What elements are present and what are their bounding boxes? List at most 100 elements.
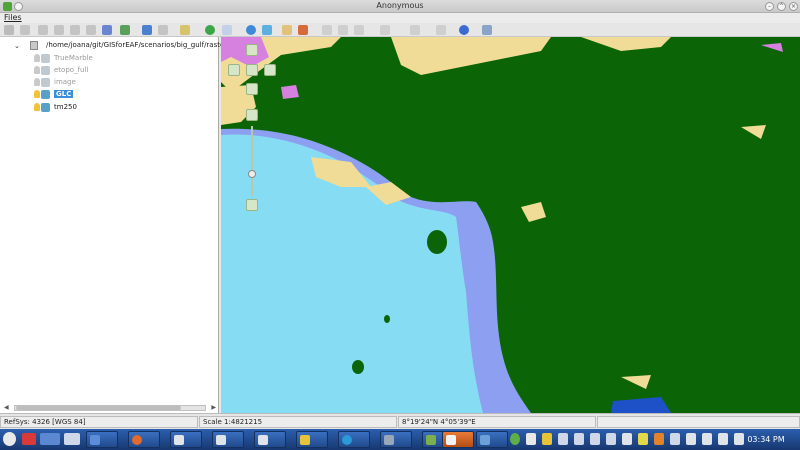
scissors-icon[interactable]	[622, 433, 632, 445]
zoom-out-button[interactable]	[246, 199, 258, 211]
document-icon[interactable]	[222, 25, 232, 35]
scroll-right-icon[interactable]: ▶	[211, 404, 216, 411]
desktop-icon[interactable]	[40, 433, 60, 445]
task-button[interactable]	[338, 431, 370, 448]
task-button[interactable]	[296, 431, 328, 448]
layer-name-selected[interactable]: GLC	[54, 90, 74, 98]
scale-label: Scale 1:4821215	[199, 416, 397, 428]
map-canvas[interactable]	[221, 37, 800, 413]
layer-name[interactable]: etopo_full	[54, 66, 88, 74]
visibility-bulb-icon[interactable]	[34, 103, 40, 111]
task-button[interactable]	[128, 431, 160, 448]
refsys-label: RefSys: 4326 [WGS 84]	[0, 416, 198, 428]
tool-icon[interactable]	[282, 25, 292, 35]
window-icon	[216, 435, 226, 445]
toolbar	[0, 23, 800, 37]
menu-files[interactable]: Files	[4, 13, 22, 22]
pan-left-button[interactable]	[228, 64, 240, 76]
notify-icon[interactable]	[574, 433, 584, 445]
scroll-thumb[interactable]	[16, 406, 181, 410]
layer-tree-panel: ⌄ /home/joana/git/GISforEAF/scenarios/bi…	[0, 37, 224, 413]
info-icon[interactable]	[510, 433, 520, 445]
delete-icon[interactable]	[70, 25, 80, 35]
task-button[interactable]	[170, 431, 202, 448]
qgis-icon	[300, 435, 310, 445]
zoom-slider-thumb[interactable]	[248, 170, 256, 178]
disabled-tool-icon[interactable]	[354, 25, 364, 35]
pan-icon[interactable]	[20, 25, 30, 35]
disabled-tool-icon[interactable]	[436, 25, 446, 35]
task-button[interactable]	[86, 431, 118, 448]
disabled-tool-icon[interactable]	[410, 25, 420, 35]
files-icon[interactable]	[64, 433, 80, 445]
visibility-bulb-icon[interactable]	[34, 54, 40, 62]
firefox-icon	[132, 435, 142, 445]
add-layer-icon[interactable]	[205, 25, 215, 35]
scroll-left-icon[interactable]: ◀	[4, 404, 9, 411]
disabled-tool-icon[interactable]	[380, 25, 390, 35]
zoom-in-button[interactable]	[246, 109, 258, 121]
wifi-icon[interactable]	[718, 433, 728, 445]
window-title: Anonymous	[376, 1, 424, 10]
horizontal-scrollbar[interactable]: ◀ ▶	[4, 404, 216, 412]
mail-icon[interactable]	[526, 433, 536, 445]
visibility-bulb-icon[interactable]	[34, 90, 40, 98]
move-icon[interactable]	[54, 25, 64, 35]
raster-layer-icon	[41, 54, 50, 63]
volume-icon[interactable]	[686, 433, 696, 445]
home-icon[interactable]	[298, 25, 308, 35]
disabled-tool-icon[interactable]	[322, 25, 332, 35]
edit-icon[interactable]	[4, 25, 14, 35]
measure-icon[interactable]	[158, 25, 168, 35]
expand-arrow-icon[interactable]: ⌄	[14, 42, 20, 50]
select-icon[interactable]	[38, 25, 48, 35]
layers-icon[interactable]	[180, 25, 190, 35]
land-cover-map[interactable]	[221, 37, 800, 413]
globe-icon[interactable]	[246, 25, 256, 35]
network-icon[interactable]	[734, 433, 744, 445]
bluetooth-icon[interactable]	[702, 433, 712, 445]
notify-icon[interactable]	[590, 433, 600, 445]
folder-icon[interactable]	[542, 433, 552, 445]
visibility-bulb-icon[interactable]	[34, 78, 40, 86]
visibility-bulb-icon[interactable]	[34, 66, 40, 74]
status-empty	[597, 416, 800, 428]
map-icon[interactable]	[262, 25, 272, 35]
calc-icon	[90, 435, 100, 445]
kde-menu-icon[interactable]	[3, 432, 16, 446]
layer-name[interactable]: TrueMarble	[54, 54, 93, 62]
layer-name[interactable]: image	[54, 78, 76, 86]
notify-icon[interactable]	[606, 433, 616, 445]
minimize-button[interactable]: –	[765, 2, 774, 11]
layer-root-path[interactable]: /home/joana/git/GISforEAF/scenarios/big_…	[46, 41, 224, 49]
bulb-icon[interactable]	[638, 433, 648, 445]
help-icon[interactable]	[459, 25, 469, 35]
task-button-active[interactable]	[442, 431, 474, 448]
task-button[interactable]	[212, 431, 244, 448]
settings-icon[interactable]	[482, 25, 492, 35]
notify-icon[interactable]	[558, 433, 568, 445]
task-button[interactable]	[380, 431, 412, 448]
maximize-button[interactable]: ^	[777, 2, 786, 11]
editor-icon	[384, 435, 394, 445]
pan-down-button[interactable]	[246, 83, 258, 95]
alert-icon[interactable]	[654, 433, 664, 445]
disabled-tool-icon[interactable]	[338, 25, 348, 35]
pan-right-button[interactable]	[264, 64, 276, 76]
title-bar: Anonymous – ^ ×	[0, 0, 800, 13]
task-button[interactable]	[476, 431, 508, 448]
close-button[interactable]: ×	[789, 2, 798, 11]
pan-up-button[interactable]	[246, 44, 258, 56]
usb-icon[interactable]	[670, 433, 680, 445]
grid-icon[interactable]	[142, 25, 152, 35]
layer-name[interactable]: tm250	[54, 103, 77, 111]
zoom-slider[interactable]	[251, 126, 253, 196]
draw-icon[interactable]	[102, 25, 112, 35]
copy-icon[interactable]	[86, 25, 96, 35]
refresh-icon[interactable]	[120, 25, 130, 35]
task-button[interactable]	[254, 431, 286, 448]
clock[interactable]: 03:34 PM	[744, 433, 788, 446]
full-extent-button[interactable]	[246, 64, 258, 76]
coordinates-label: 8°19'24"N 4°05'39"E	[398, 416, 596, 428]
pager-icon[interactable]	[22, 433, 36, 445]
